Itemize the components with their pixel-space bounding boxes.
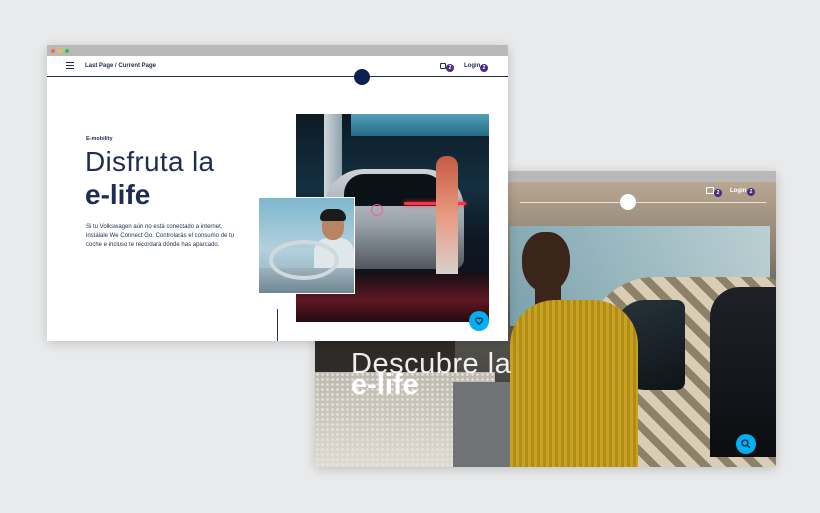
login-link[interactable]: Login bbox=[464, 63, 480, 69]
window-minimize-dot[interactable] bbox=[58, 48, 62, 53]
nav-progress-line bbox=[520, 202, 766, 203]
favorite-button[interactable] bbox=[469, 311, 489, 331]
page-title-bold: e-life bbox=[85, 179, 151, 210]
divider-line bbox=[277, 309, 278, 341]
section-eyebrow: E-mobility bbox=[86, 136, 113, 142]
window-titlebar bbox=[47, 45, 508, 56]
heart-icon bbox=[474, 317, 484, 325]
breadcrumb[interactable]: Last Page / Current Page bbox=[85, 63, 156, 69]
nav-progress-line bbox=[47, 76, 508, 77]
nav-scroll-indicator[interactable] bbox=[620, 194, 636, 210]
window-close-dot[interactable] bbox=[51, 48, 55, 53]
search-button[interactable] bbox=[736, 434, 756, 454]
login-count-badge: 2 bbox=[747, 188, 755, 196]
hamburger-icon[interactable] bbox=[66, 62, 74, 69]
page-title-light: Disfruta la bbox=[85, 146, 215, 177]
intro-paragraph: Si tu Volkswagen aún no está conectado a… bbox=[86, 224, 234, 249]
cart-count-badge: 2 bbox=[714, 189, 722, 197]
hero-title-bold: e-life bbox=[351, 369, 419, 401]
search-icon bbox=[741, 439, 751, 449]
window-maximize-dot[interactable] bbox=[65, 48, 69, 53]
photo-man-driving bbox=[258, 197, 355, 294]
login-link[interactable]: Login bbox=[730, 188, 746, 194]
vw-logo-icon bbox=[371, 204, 383, 216]
browser-window-front: Last Page / Current Page 2 Login 2 E-mob… bbox=[47, 45, 508, 341]
nav-scroll-indicator[interactable] bbox=[354, 69, 370, 85]
login-count-badge: 2 bbox=[480, 64, 488, 72]
cart-icon[interactable] bbox=[706, 187, 714, 194]
cart-count-badge: 2 bbox=[446, 64, 454, 72]
